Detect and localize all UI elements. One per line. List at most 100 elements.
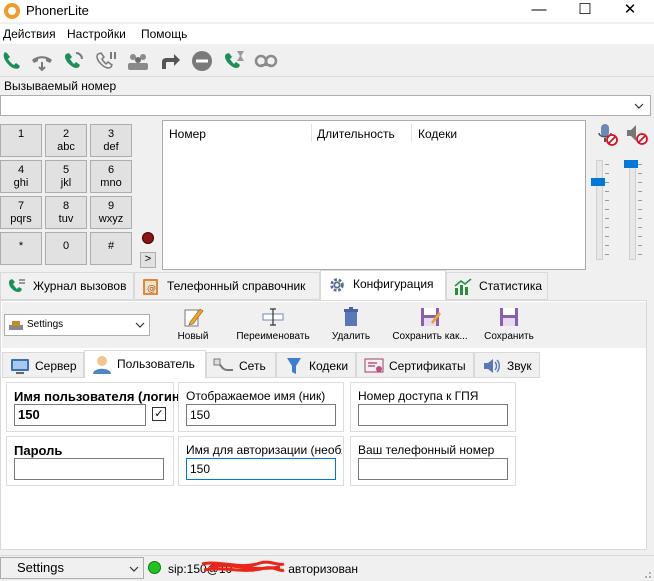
minimize-button[interactable]: — (516, 0, 562, 22)
menu-help[interactable]: Помощь (141, 27, 187, 41)
tool-label: Сохранить (484, 331, 534, 342)
tab-codecs[interactable]: Кодеки (276, 352, 356, 378)
column-divider (311, 124, 312, 142)
tab-call-log[interactable]: Журнал вызовов (0, 272, 134, 300)
slider-thumb[interactable] (624, 160, 638, 168)
status-suffix: авторизован (288, 562, 359, 576)
gear-icon (330, 278, 344, 292)
tab-label: Журнал вызовов (33, 279, 127, 293)
tab-network[interactable]: Сеть (206, 352, 276, 378)
tab-label: Звук (507, 359, 532, 373)
dialpad-key-3[interactable]: 3 def (90, 124, 132, 157)
pstn-label: Номер доступа к ГПЯ (358, 389, 479, 403)
new-document-icon (184, 308, 204, 327)
maximize-button[interactable]: ☐ (562, 0, 608, 22)
menu-settings[interactable]: Настройки (67, 27, 126, 41)
dialpad-key-star[interactable]: * (0, 232, 42, 265)
password-label: Пароль (14, 443, 63, 458)
called-number-label: Вызываемый номер (4, 79, 117, 93)
tab-label: Сеть (239, 359, 266, 373)
phone-number-group: Ваш телефонный номер (350, 436, 516, 486)
dialpad-more-button[interactable]: > (140, 252, 156, 268)
username-input[interactable]: 150 (14, 404, 146, 426)
tab-server[interactable]: Сервер (2, 352, 84, 378)
svg-text:@: @ (147, 284, 156, 294)
slider-thumb[interactable] (591, 178, 605, 186)
delete-profile-button[interactable]: Удалить (330, 306, 372, 342)
called-number-input[interactable] (0, 95, 651, 116)
dialpad-key-4[interactable]: 4 ghi (0, 160, 42, 193)
chevron-down-icon[interactable] (634, 101, 644, 111)
dialpad-key-7[interactable]: 7 pqrs (0, 196, 42, 229)
call-icon[interactable] (0, 49, 24, 73)
dialpad-key-9[interactable]: 9 wxyz (90, 196, 132, 229)
rename-profile-button[interactable]: Переименовать (236, 306, 310, 342)
dialpad-key-6[interactable]: 6 mno (90, 160, 132, 193)
forward-icon[interactable] (158, 49, 182, 73)
tab-phonebook[interactable]: @ Телефонный справочник (134, 272, 320, 300)
server-icon (11, 359, 29, 374)
dialpad-key-8[interactable]: 8 tuv (45, 196, 87, 229)
dialpad-key-5[interactable]: 5 jkl (45, 160, 87, 193)
conference-icon[interactable] (126, 49, 150, 73)
dialpad-key-hash[interactable]: # (90, 232, 132, 265)
hangup-icon[interactable] (30, 49, 54, 73)
do-not-disturb-icon[interactable] (190, 49, 214, 73)
display-name-input[interactable]: 150 (186, 404, 336, 426)
certificate-icon (364, 358, 384, 373)
new-profile-button[interactable]: Новый (172, 306, 214, 342)
phone-number-input[interactable] (358, 458, 508, 480)
display-name-label: Отображаемое имя (ник) (186, 389, 326, 403)
transfer-call-icon[interactable] (62, 49, 86, 73)
record-icon[interactable] (142, 232, 154, 244)
pstn-group: Номер доступа к ГПЯ (350, 382, 516, 432)
speaker-volume-slider[interactable] (624, 160, 642, 268)
dialpad-key-1[interactable]: 1 (0, 124, 42, 157)
calls-col-codecs[interactable]: Кодеки (418, 127, 457, 141)
calls-table[interactable]: Номер Длительность Кодеки (162, 120, 586, 270)
password-input[interactable] (14, 458, 164, 480)
dialpad-key-0[interactable]: 0 (45, 232, 87, 265)
tab-configuration[interactable]: Конфигурация (320, 270, 446, 301)
tab-user[interactable]: Пользователь (84, 350, 206, 379)
save-as-profile-button[interactable]: Сохранить как... (392, 306, 468, 342)
close-button[interactable]: ✕ (607, 0, 653, 22)
microphone-mute-icon[interactable] (594, 122, 618, 146)
callback-timer-icon[interactable] (222, 49, 246, 73)
tool-label: Переименовать (236, 331, 310, 342)
rename-icon (262, 308, 284, 326)
tab-sound[interactable]: Звук (474, 352, 540, 378)
tab-certificates[interactable]: Сертификаты (356, 352, 474, 378)
tab-label: Телефонный справочник (167, 279, 306, 293)
tool-label: Удалить (331, 331, 371, 342)
username-checkbox[interactable]: ✓ (152, 407, 166, 421)
menu-actions[interactable]: Действия (3, 27, 56, 41)
tab-label: Статистика (479, 279, 543, 293)
phonebook-icon: @ (143, 279, 158, 295)
status-profile-select[interactable]: Settings (0, 557, 144, 579)
auth-name-input[interactable]: 150 (186, 458, 336, 480)
save-profile-button[interactable]: Сохранить (484, 306, 534, 342)
profile-select[interactable]: Settings (4, 314, 150, 336)
microphone-volume-slider[interactable] (591, 160, 609, 268)
call-log-icon (8, 279, 25, 293)
hold-call-icon[interactable] (94, 49, 118, 73)
pstn-input[interactable] (358, 404, 508, 426)
call-toolbar (0, 45, 654, 77)
dialpad-key-2[interactable]: 2 abc (45, 124, 87, 157)
calls-col-duration[interactable]: Длительность (317, 127, 395, 141)
tab-statistics[interactable]: Статистика (446, 272, 548, 300)
speaker-icon (484, 359, 500, 373)
voicemail-icon[interactable] (254, 49, 278, 73)
speaker-mute-icon[interactable] (624, 122, 648, 146)
column-divider (411, 124, 412, 142)
profile-icon (9, 321, 23, 330)
tab-label: Кодеки (309, 359, 349, 373)
password-group: Пароль (6, 436, 174, 486)
resize-grip-icon[interactable] (642, 569, 652, 579)
chart-icon (454, 278, 472, 295)
slider-track (596, 160, 603, 260)
save-as-icon (421, 308, 441, 326)
calls-col-number[interactable]: Номер (169, 127, 206, 141)
window-title: PhonerLite (26, 3, 89, 18)
